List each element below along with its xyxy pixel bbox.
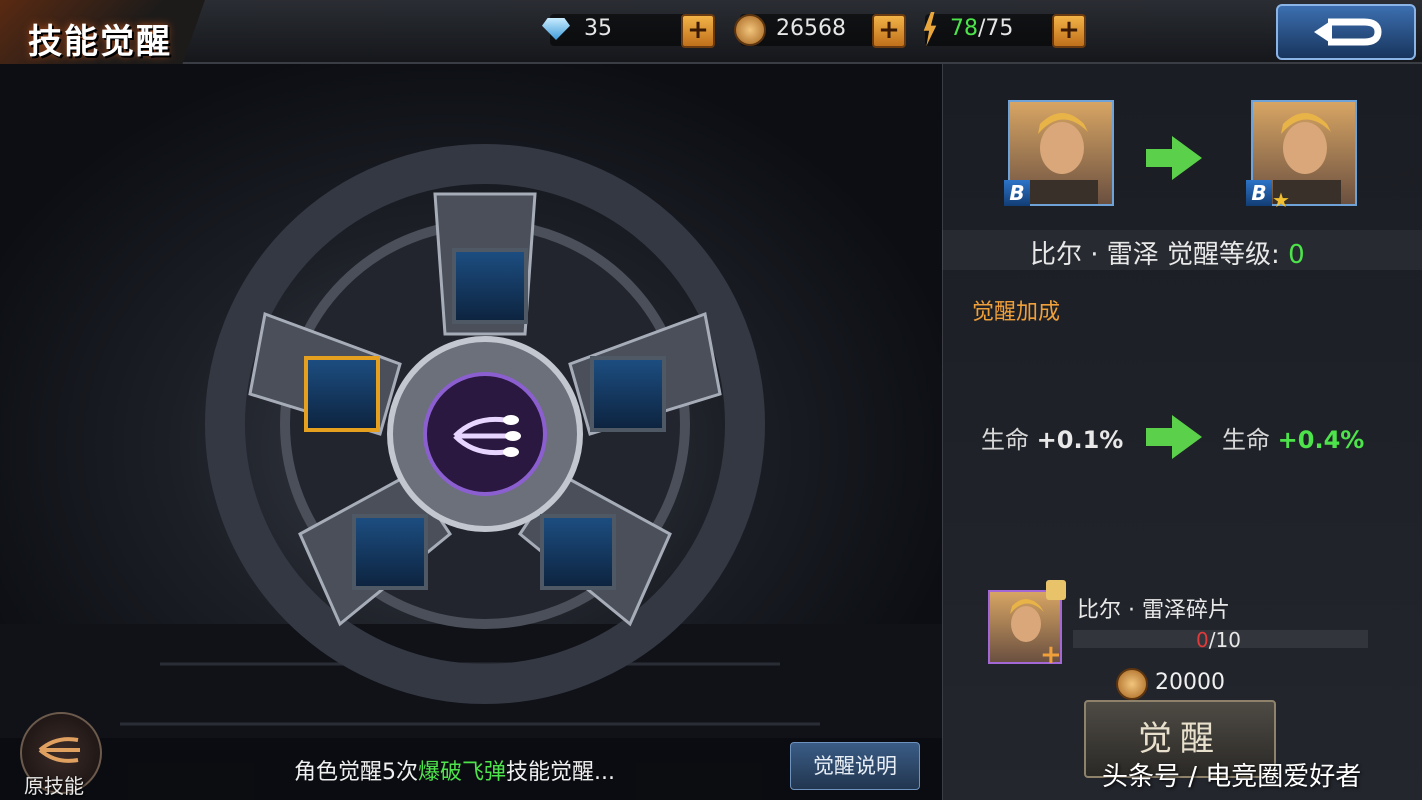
hero-name: 比尔 · 雷泽 觉醒等级: xyxy=(1030,240,1289,270)
bonus-title: 觉醒加成 xyxy=(972,300,1061,325)
diamond-counter xyxy=(550,14,700,46)
stat-before: 生命 +0.1% xyxy=(981,420,1123,455)
missile-skill-icon xyxy=(453,415,521,457)
gold-coin-icon xyxy=(734,14,766,46)
awaken-cost: 20000 xyxy=(1155,670,1225,695)
back-button[interactable] xyxy=(1276,4,1416,60)
back-arrow-icon xyxy=(1314,18,1382,46)
cost-coin-icon xyxy=(1116,668,1148,700)
rune-socket-bottom-right[interactable] xyxy=(540,514,616,590)
upgrade-arrow-icon xyxy=(1172,136,1202,180)
add-shard-icon[interactable]: + xyxy=(1040,640,1062,670)
stat-label-after: 生命 xyxy=(1222,426,1270,454)
add-stamina-button[interactable]: + xyxy=(1052,14,1086,48)
page-title: 技能觉醒 xyxy=(28,22,172,62)
stat-arrow-icon xyxy=(1172,415,1202,459)
star-icon: ★ xyxy=(1272,188,1290,212)
add-diamonds-button[interactable]: + xyxy=(681,14,715,48)
shard-owned: 0 xyxy=(1196,628,1209,652)
hint-suffix: 技能觉醒... xyxy=(506,760,615,785)
stat-value-before: +0.1% xyxy=(1036,426,1124,454)
watermark: 头条号 / 电竞圈爱好者 xyxy=(1102,762,1362,792)
stamina-current: 78 xyxy=(950,16,978,41)
hint-skill-name: 爆破飞弹 xyxy=(418,760,507,785)
shard-name: 比尔 · 雷泽碎片 xyxy=(1077,598,1230,623)
shard-progress-text: 0/10 xyxy=(1196,628,1241,652)
shard-required: /10 xyxy=(1208,628,1241,652)
puzzle-piece-icon xyxy=(1046,580,1066,600)
stamina-value: 78/75 xyxy=(950,16,1013,41)
rune-socket-left[interactable] xyxy=(304,356,380,432)
stat-arrow-tail xyxy=(1146,428,1174,446)
awaken-level-value: 0 xyxy=(1288,240,1305,270)
stamina-max: /75 xyxy=(978,16,1014,41)
rank-badge-after: B xyxy=(1246,180,1272,206)
rank-badge-before: B xyxy=(1004,180,1030,206)
awakening-chamber xyxy=(0,64,942,800)
upgrade-arrow-tail xyxy=(1146,149,1174,167)
original-skill-label[interactable]: 原技能 xyxy=(24,770,84,799)
hint-prefix: 角色觉醒5次 xyxy=(294,760,418,785)
rune-socket-top[interactable] xyxy=(452,248,528,324)
awaken-explain-button[interactable]: 觉醒说明 xyxy=(790,742,920,790)
gold-count: 26568 xyxy=(776,16,846,41)
stat-value-after: +0.4% xyxy=(1277,426,1365,454)
rune-socket-right[interactable] xyxy=(590,356,666,432)
diamond-count: 35 xyxy=(584,16,612,41)
rune-socket-bottom-left[interactable] xyxy=(352,514,428,590)
stat-label-before: 生命 xyxy=(981,426,1029,454)
hero-awaken-level: 比尔 · 雷泽 觉醒等级: 0 xyxy=(1030,234,1305,271)
add-gold-button[interactable]: + xyxy=(872,14,906,48)
stat-after: 生命 +0.4% xyxy=(1222,420,1364,455)
awaken-hint: 角色觉醒5次爆破飞弹技能觉醒... xyxy=(294,754,615,786)
